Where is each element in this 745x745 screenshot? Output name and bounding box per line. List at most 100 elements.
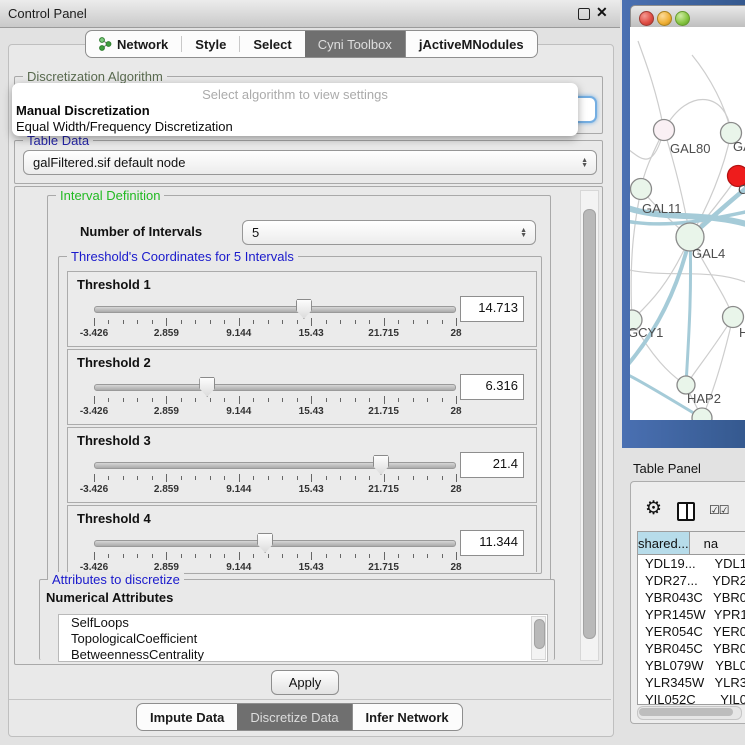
slider-thumb[interactable] (296, 299, 312, 319)
svg-text:GAL80: GAL80 (670, 141, 710, 156)
table-panel: ⚙ ☑☑ shared... na YDL19...YDL1YDR27...YD… (630, 481, 745, 724)
numerical-attributes-label: Numerical Attributes (46, 590, 173, 605)
slider-ruler (94, 552, 456, 561)
cyni-bottom-tabs: Impute Data Discretize Data Infer Networ… (136, 703, 463, 731)
panel-title: Control Panel (8, 6, 87, 21)
tab-impute-data[interactable]: Impute Data (137, 704, 237, 730)
table-row[interactable]: YLR345WYLR3 (638, 674, 745, 691)
table-hscrollbar[interactable] (637, 706, 742, 720)
svg-text:GAL4: GAL4 (692, 246, 725, 261)
group-title-discretization-algorithm: Discretization Algorithm (23, 69, 167, 84)
column-header-name[interactable]: na (690, 532, 745, 554)
tab-discretize-data[interactable]: Discretize Data (237, 704, 351, 730)
table-row[interactable]: YDR27...YDR2 (638, 572, 745, 589)
algorithm-dropdown-popup: Select algorithm to view settings Manual… (12, 83, 578, 136)
table-row[interactable]: YPR145WYPR1 (638, 606, 745, 623)
table-row[interactable]: YBR043CYBR0 (638, 589, 745, 606)
network-graph: GAL80 GA C GAL11 GAL4 GCY1 H HAP2 (630, 27, 745, 420)
control-panel-titlebar: Control Panel (0, 0, 620, 28)
tab-style[interactable]: Style (182, 31, 239, 57)
list-scrollbar-thumb[interactable] (534, 619, 545, 649)
tab-select[interactable]: Select (240, 31, 304, 57)
node-gal80[interactable] (654, 120, 675, 141)
columns-icon[interactable] (677, 502, 695, 521)
slider-track[interactable] (94, 384, 456, 391)
popup-item-manual-discretization[interactable]: Manual Discretization (16, 103, 150, 118)
threshold-2-value-field[interactable]: 6.316 (460, 374, 524, 400)
threshold-3-slider[interactable]: -3.4262.8599.14415.4321.71528 (94, 454, 456, 494)
network-icon (99, 37, 112, 51)
settings-scrollbar[interactable] (580, 190, 599, 661)
table-data-combobox[interactable]: galFiltered.sif default node ▲▼ (23, 150, 597, 175)
tab-network[interactable]: Network (86, 31, 181, 57)
slider-tick-labels: -3.4262.8599.14415.4321.71528 (94, 406, 456, 416)
node-bottom-partial[interactable] (692, 408, 712, 420)
num-intervals-combobox[interactable]: 5 ▲▼ (242, 220, 536, 245)
group-title-thresholds: Threshold's Coordinates for 5 Intervals (67, 249, 298, 264)
stepper-arrows-icon: ▲▼ (581, 158, 588, 168)
threshold-2-panel: Threshold 2 -3.4262.8599.14415.4321.7152… (67, 349, 537, 425)
table-row[interactable]: YBR045CYBR0 (638, 640, 745, 657)
minimize-traffic-light-icon[interactable] (657, 11, 672, 26)
slider-track[interactable] (94, 306, 456, 313)
tab-network-label: Network (117, 37, 168, 52)
attribute-list-item[interactable]: TopologicalCoefficient (59, 631, 547, 647)
slider-track[interactable] (94, 540, 456, 547)
threshold-3-value-field[interactable]: 21.4 (460, 452, 524, 478)
tab-cyni-toolbox[interactable]: Cyni Toolbox (305, 31, 405, 57)
table-row[interactable]: YIL052CYIL0 (638, 691, 745, 705)
tab-infer-network[interactable]: Infer Network (352, 704, 462, 730)
node-gal11[interactable] (631, 179, 652, 200)
column-header-shared-name[interactable]: shared... (638, 532, 690, 554)
threshold-4-label: Threshold 4 (77, 511, 151, 526)
threshold-1-value-field[interactable]: 14.713 (460, 296, 524, 322)
svg-text:C: C (738, 182, 745, 197)
table-panel-title: Table Panel (633, 461, 701, 476)
network-canvas[interactable]: GAL80 GA C GAL11 GAL4 GCY1 H HAP2 (630, 27, 745, 420)
slider-thumb[interactable] (373, 455, 389, 475)
slider-ruler (94, 318, 456, 327)
table-row[interactable]: YBL079WYBL0 (638, 657, 745, 674)
threshold-4-slider[interactable]: -3.4262.8599.14415.4321.71528 (94, 532, 456, 572)
table-header: shared... na (638, 532, 745, 555)
table-data-value: galFiltered.sif default node (33, 155, 185, 170)
num-intervals-label: Number of Intervals (80, 224, 202, 239)
num-intervals-value: 5 (252, 225, 259, 240)
checkbox-toggle-icons[interactable]: ☑☑ (709, 503, 729, 517)
svg-text:H: H (739, 325, 745, 340)
svg-text:HAP2: HAP2 (687, 391, 721, 406)
attribute-list-item[interactable]: SelfLoops (59, 615, 547, 631)
float-window-icon[interactable] (578, 8, 590, 20)
node-table[interactable]: shared... na YDL19...YDL1YDR27...YDR2YBR… (637, 531, 745, 705)
threshold-1-label: Threshold 1 (77, 277, 151, 292)
list-scrollbar[interactable] (531, 616, 546, 660)
table-row[interactable]: YER054CYER0 (638, 623, 745, 640)
table-hscrollbar-thumb[interactable] (639, 708, 733, 716)
attribute-list-item[interactable]: BetweennessCentrality (59, 647, 547, 662)
settings-scroll-pane: Interval Definition Number of Intervals … (14, 186, 603, 665)
close-traffic-light-icon[interactable] (639, 11, 654, 26)
divider (9, 699, 611, 700)
tab-jactivemnodules[interactable]: jActiveMNodules (405, 31, 537, 57)
threshold-4-value-field[interactable]: 11.344 (460, 530, 524, 556)
slider-track[interactable] (94, 462, 456, 469)
numerical-attributes-list[interactable]: SelfLoopsTopologicalCoefficientBetweenne… (58, 614, 548, 662)
slider-tick-labels: -3.4262.8599.14415.4321.71528 (94, 484, 456, 494)
popup-item-equal-width-frequency[interactable]: Equal Width/Frequency Discretization (16, 119, 233, 134)
slider-tick-labels: -3.4262.8599.14415.4321.71528 (94, 562, 456, 572)
gear-icon[interactable]: ⚙ (645, 499, 662, 518)
network-window-titlebar (630, 5, 745, 29)
slider-ruler (94, 474, 456, 483)
settings-scrollbar-thumb[interactable] (583, 209, 596, 639)
zoom-traffic-light-icon[interactable] (675, 11, 690, 26)
slider-thumb[interactable] (257, 533, 273, 553)
slider-tick-labels: -3.4262.8599.14415.4321.71528 (94, 328, 456, 338)
apply-button[interactable]: Apply (271, 670, 339, 695)
table-body: YDL19...YDL1YDR27...YDR2YBR043CYBR0YPR14… (638, 555, 745, 705)
close-icon[interactable]: ✕ (596, 4, 608, 21)
slider-thumb[interactable] (199, 377, 215, 397)
control-panel-tabs: Network Style Select Cyni Toolbox jActiv… (85, 30, 538, 58)
threshold-1-slider[interactable]: -3.4262.8599.14415.4321.71528 (94, 298, 456, 338)
threshold-2-slider[interactable]: -3.4262.8599.14415.4321.71528 (94, 376, 456, 416)
table-row[interactable]: YDL19...YDL1 (638, 555, 745, 572)
